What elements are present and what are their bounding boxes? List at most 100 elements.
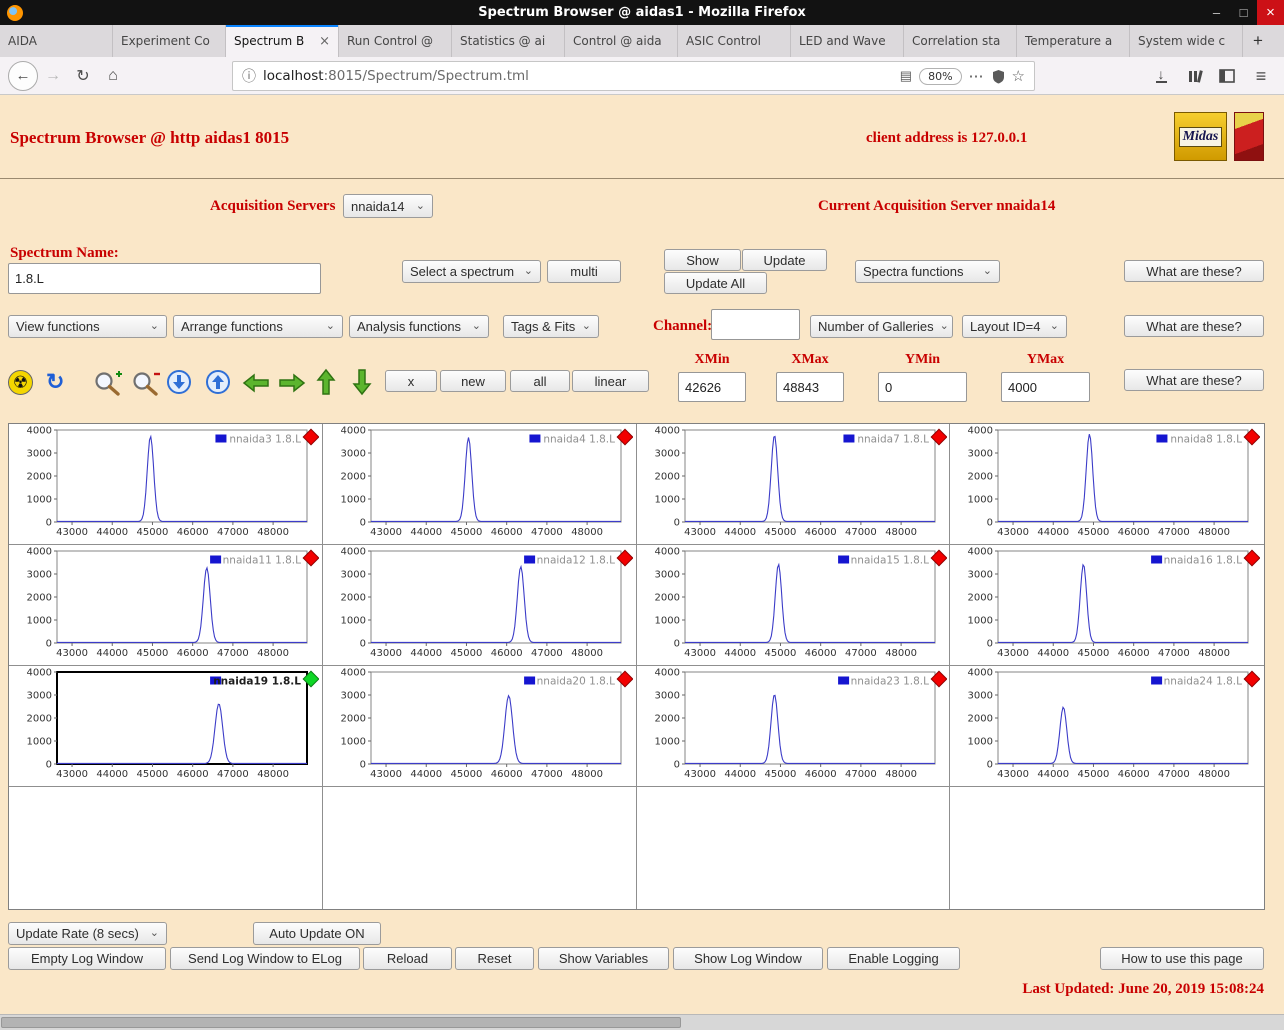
send-log-to-elog-button[interactable]: Send Log Window to ELog — [170, 947, 360, 970]
radiation-icon[interactable]: ☢ — [8, 370, 33, 395]
tab-spectrum-b[interactable]: Spectrum B × — [226, 25, 339, 57]
url-text[interactable]: localhost:8015/Spectrum/Spectrum.tml — [263, 68, 893, 84]
empty-log-window-button[interactable]: Empty Log Window — [8, 947, 166, 970]
multi-button[interactable]: multi — [547, 260, 621, 283]
update-all-button[interactable]: Update All — [664, 272, 767, 294]
new-tab-button[interactable]: + — [1243, 25, 1273, 57]
reload-page-button[interactable]: Reload — [363, 947, 452, 970]
shield-icon[interactable] — [992, 69, 1005, 84]
midas-logo[interactable]: Midas — [1174, 112, 1227, 161]
tab-temperature-a[interactable]: Temperature a — [1017, 25, 1130, 57]
spectrum-plot: 0 1000 2000 3000 4000 43000 44000 45000 46000 470… — [968, 426, 1261, 538]
gallery-cell-empty[interactable] — [950, 787, 1264, 909]
show-variables-button[interactable]: Show Variables — [538, 947, 669, 970]
view-functions-select[interactable]: View functions ⌄ — [8, 315, 167, 338]
gallery-cell-nnaida3[interactable]: 0 1000 2000 3000 4000 43000 44000 45000 46000 470… — [9, 424, 323, 545]
tab-system-wide-c[interactable]: System wide c — [1130, 25, 1243, 57]
what-are-these-button-1[interactable]: What are these? — [1124, 260, 1264, 282]
tab-asic-control[interactable]: ASIC Control — [678, 25, 791, 57]
gallery-cell-nnaida11[interactable]: 0 1000 2000 3000 4000 43000 44000 45000 46000 470… — [9, 545, 323, 666]
maximize-button[interactable]: □ — [1230, 0, 1257, 25]
ymax-input[interactable] — [1001, 372, 1090, 402]
menu-icon[interactable]: ≡ — [1246, 61, 1276, 91]
scroll-down-icon[interactable] — [166, 369, 192, 395]
tab-statistics-ai[interactable]: Statistics @ ai — [452, 25, 565, 57]
tab-correlation-sta[interactable]: Correlation sta — [904, 25, 1017, 57]
tab-run-control[interactable]: Run Control @ — [339, 25, 452, 57]
show-log-window-button[interactable]: Show Log Window — [673, 947, 823, 970]
update-button[interactable]: Update — [742, 249, 827, 271]
xmax-input[interactable] — [776, 372, 844, 402]
show-button[interactable]: Show — [664, 249, 741, 271]
gallery-cell-nnaida23[interactable]: 0 1000 2000 3000 4000 43000 44000 45000 46000 470… — [636, 666, 951, 787]
enable-logging-button[interactable]: Enable Logging — [827, 947, 960, 970]
zoom-indicator[interactable]: 80% — [919, 67, 962, 85]
page-actions-icon[interactable]: ⋯ — [969, 67, 985, 85]
reload-button[interactable]: ↻ — [68, 61, 98, 91]
spectrum-name-input[interactable] — [8, 263, 321, 294]
tab-aida[interactable]: AIDA — [0, 25, 113, 57]
number-of-galleries-select[interactable]: Number of Galleries ⌄ — [810, 315, 953, 338]
shift-right-icon[interactable] — [278, 373, 306, 393]
tab-experiment-co[interactable]: Experiment Co — [113, 25, 226, 57]
reader-mode-icon[interactable]: ▤ — [900, 68, 912, 84]
x-button[interactable]: x — [385, 370, 437, 392]
secondary-logo[interactable] — [1234, 112, 1264, 161]
channel-input[interactable] — [711, 309, 800, 340]
minimize-button[interactable]: – — [1203, 0, 1230, 25]
zoom-in-icon[interactable] — [92, 369, 124, 397]
gallery-cell-nnaida4[interactable]: 0 1000 2000 3000 4000 43000 44000 45000 46000 470… — [322, 424, 637, 545]
tab-close-icon[interactable]: × — [319, 34, 330, 49]
zoom-out-icon[interactable] — [130, 369, 162, 397]
gallery-cell-nnaida20[interactable]: 0 1000 2000 3000 4000 43000 44000 45000 46000 470… — [322, 666, 637, 787]
library-icon[interactable] — [1180, 61, 1210, 91]
auto-update-button[interactable]: Auto Update ON — [253, 922, 381, 945]
select-a-spectrum[interactable]: Select a spectrum ⌄ — [402, 260, 541, 283]
acquisition-server-select[interactable]: nnaida14 ⌄ — [343, 194, 433, 218]
shift-left-icon[interactable] — [242, 373, 270, 393]
close-window-button[interactable]: × — [1257, 0, 1284, 25]
download-icon[interactable]: ↓ — [1146, 61, 1176, 91]
scrollbar-thumb[interactable] — [1, 1017, 681, 1028]
how-to-use-button[interactable]: How to use this page — [1100, 947, 1264, 970]
tab-control-aida[interactable]: Control @ aida — [565, 25, 678, 57]
spectra-functions-select[interactable]: Spectra functions ⌄ — [855, 260, 1000, 283]
x-tick-label: 46000 — [491, 769, 523, 780]
sidebar-icon[interactable] — [1212, 61, 1242, 91]
new-button[interactable]: new — [440, 370, 506, 392]
linear-button[interactable]: linear — [572, 370, 649, 392]
shift-down-icon[interactable] — [352, 368, 372, 396]
what-are-these-button-3[interactable]: What are these? — [1124, 369, 1264, 391]
analysis-functions-select[interactable]: Analysis functions ⌄ — [349, 315, 489, 338]
gallery-cell-nnaida16[interactable]: 0 1000 2000 3000 4000 43000 44000 45000 46000 470… — [950, 545, 1264, 666]
forward-button[interactable]: → — [38, 61, 68, 91]
what-are-these-button-2[interactable]: What are these? — [1124, 315, 1264, 337]
reset-button[interactable]: Reset — [455, 947, 534, 970]
gallery-cell-nnaida19[interactable]: 0 1000 2000 3000 4000 43000 44000 45000 46000 470… — [9, 666, 323, 787]
layout-id-select[interactable]: Layout ID=4 ⌄ — [962, 315, 1067, 338]
bookmark-star-icon[interactable]: ☆ — [1012, 67, 1025, 85]
gallery-cell-nnaida7[interactable]: 0 1000 2000 3000 4000 43000 44000 45000 46000 470… — [636, 424, 951, 545]
gallery-cell-empty[interactable] — [322, 787, 637, 909]
home-button[interactable]: ⌂ — [98, 61, 128, 91]
arrange-functions-select[interactable]: Arrange functions ⌄ — [173, 315, 343, 338]
scroll-up-icon[interactable] — [205, 369, 231, 395]
gallery-cell-empty[interactable] — [9, 787, 323, 909]
gallery-cell-nnaida8[interactable]: 0 1000 2000 3000 4000 43000 44000 45000 46000 470… — [950, 424, 1264, 545]
tags-fits-select[interactable]: Tags & Fits ⌄ — [503, 315, 599, 338]
gallery-cell-nnaida24[interactable]: 0 1000 2000 3000 4000 43000 44000 45000 46000 470… — [950, 666, 1264, 787]
refresh-icon[interactable]: ↻ — [46, 369, 64, 395]
shift-up-icon[interactable] — [316, 368, 336, 396]
xmin-input[interactable] — [678, 372, 746, 402]
page-info-icon[interactable]: ⓘ — [242, 66, 256, 86]
all-button[interactable]: all — [510, 370, 570, 392]
horizontal-scrollbar[interactable] — [0, 1014, 1284, 1030]
gallery-cell-nnaida12[interactable]: 0 1000 2000 3000 4000 43000 44000 45000 46000 470… — [322, 545, 637, 666]
tab-led-and-wave[interactable]: LED and Wave — [791, 25, 904, 57]
update-rate-select[interactable]: Update Rate (8 secs) ⌄ — [8, 922, 167, 945]
back-button[interactable]: ← — [8, 60, 38, 91]
ymin-input[interactable] — [878, 372, 967, 402]
gallery-cell-empty[interactable] — [636, 787, 951, 909]
url-bar[interactable]: ⓘ localhost:8015/Spectrum/Spectrum.tml ▤… — [232, 61, 1035, 91]
gallery-cell-nnaida15[interactable]: 0 1000 2000 3000 4000 43000 44000 45000 46000 470… — [636, 545, 951, 666]
